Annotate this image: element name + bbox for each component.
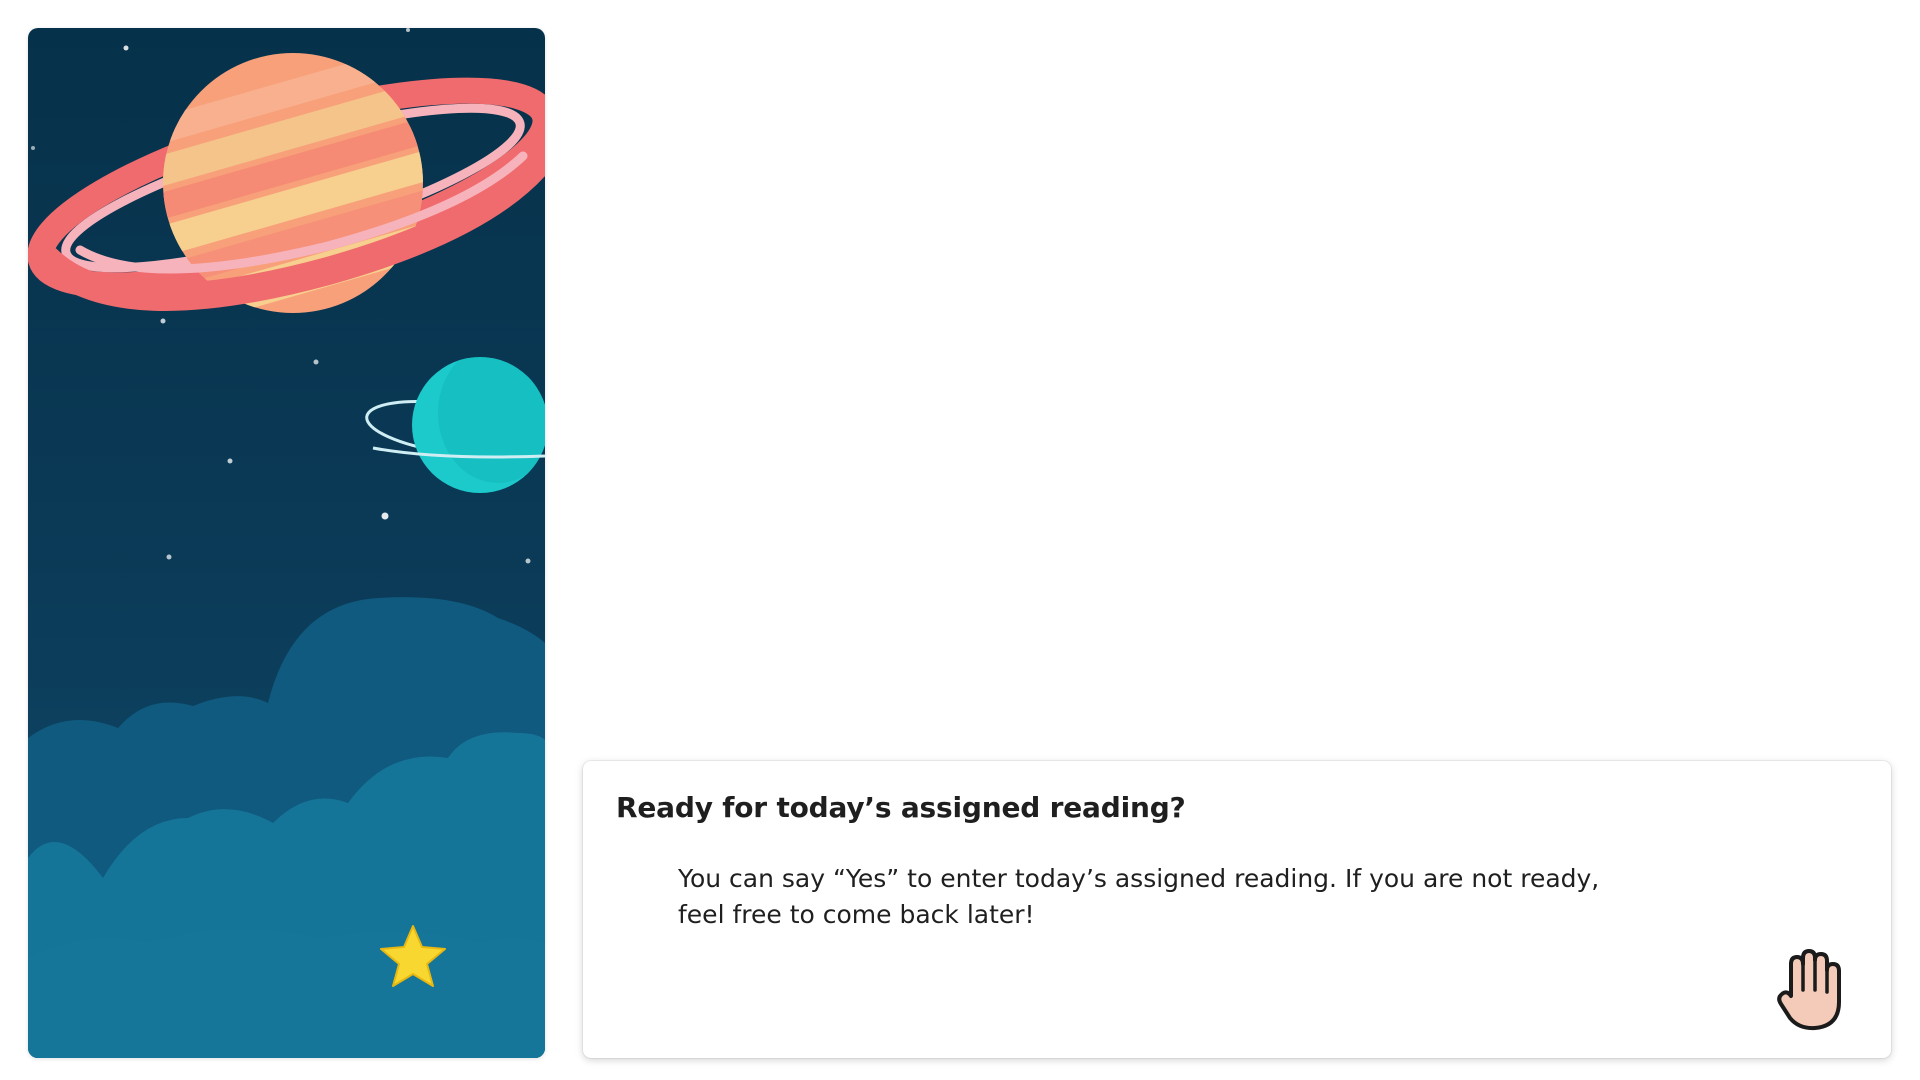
dialog-title: Ready for today’s assigned reading? <box>616 791 1186 824</box>
raise-hand-button[interactable] <box>1777 946 1845 1032</box>
dialog-message: You can say “Yes” to enter today’s assig… <box>678 864 1600 929</box>
reading-prompt-dialog: Ready for today’s assigned reading? You … <box>583 761 1891 1058</box>
space-scene-illustration <box>28 28 545 1058</box>
raise-hand-icon <box>1777 949 1841 1031</box>
